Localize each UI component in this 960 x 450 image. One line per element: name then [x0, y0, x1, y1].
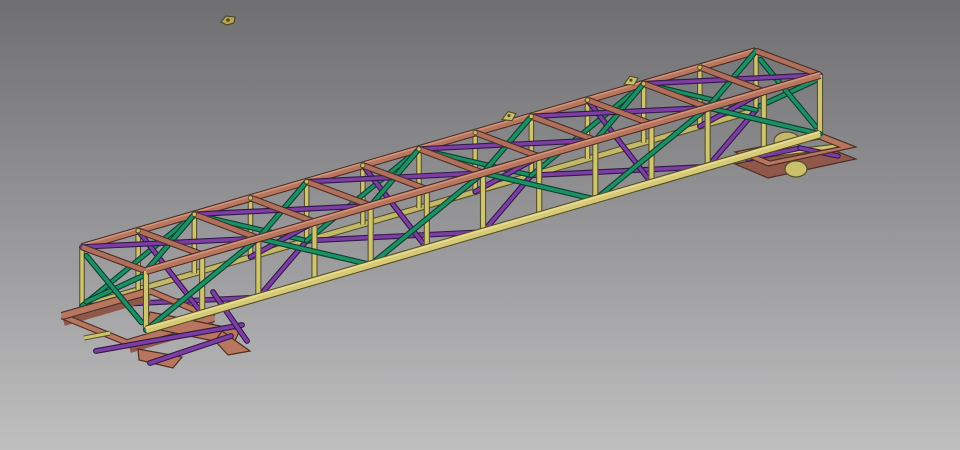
connector-gusset[interactable] — [417, 147, 421, 151]
connector-gusset[interactable] — [304, 179, 308, 183]
connector-gusset[interactable] — [473, 130, 477, 134]
truss-3d-model[interactable] — [0, 0, 960, 450]
connector-gusset[interactable] — [529, 114, 533, 118]
connector-gusset[interactable] — [192, 212, 196, 216]
connector-gusset[interactable] — [136, 228, 140, 232]
lifting-lug-hole — [629, 79, 632, 82]
near-top-chord-member[interactable] — [146, 75, 820, 271]
floating-clip-hole — [226, 18, 230, 22]
connector-gusset[interactable] — [361, 163, 365, 167]
connector-gusset[interactable] — [585, 98, 589, 102]
left-sled-crossbeam-0[interactable] — [62, 316, 128, 343]
floating-clip-part[interactable] — [221, 16, 235, 25]
cad-viewport[interactable] — [0, 0, 960, 450]
connector-gusset[interactable] — [698, 65, 702, 69]
lifting-lug-hole — [507, 114, 510, 117]
connector-gusset[interactable] — [248, 196, 252, 200]
near-top-chord[interactable] — [146, 73, 820, 271]
connector-gusset[interactable] — [641, 81, 645, 85]
near-top-chord-member-highlight[interactable] — [146, 73, 820, 269]
carriage-drum-front[interactable] — [785, 161, 807, 177]
